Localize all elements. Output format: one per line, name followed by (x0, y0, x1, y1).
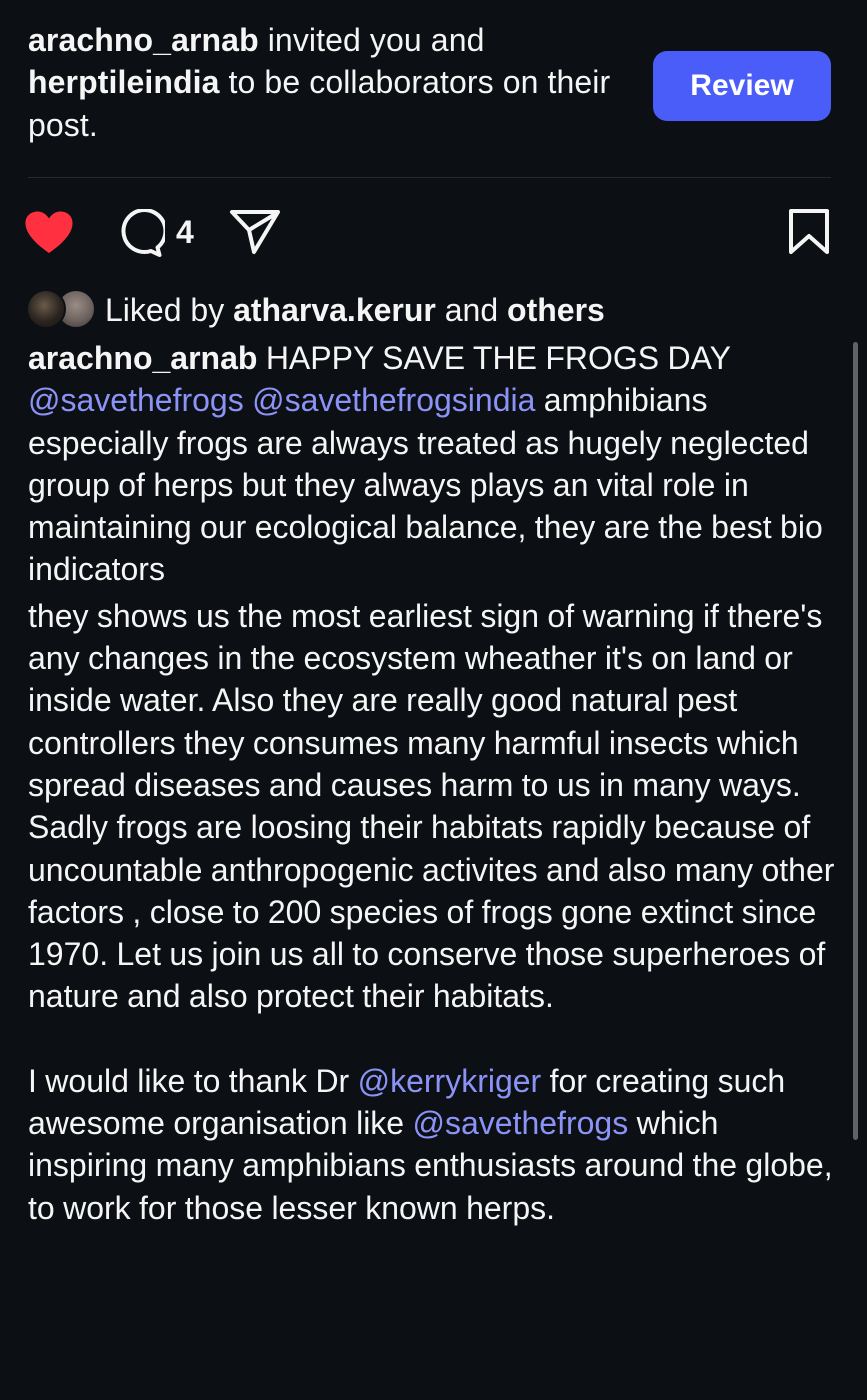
caption-paragraph-1: arachno_arnab HAPPY SAVE THE FROGS DAY @… (28, 337, 843, 591)
divider (28, 177, 831, 178)
caption-paragraph-3: I would like to thank Dr @kerrykriger fo… (28, 1060, 843, 1229)
liked-by-prefix: Liked by (105, 292, 234, 328)
caption-text: HAPPY SAVE THE FROGS DAY (257, 340, 731, 376)
avatar (26, 289, 66, 329)
liker-avatars[interactable] (26, 288, 98, 330)
liked-by-user[interactable]: atharva.kerur (233, 292, 436, 328)
mention-link[interactable]: @kerrykriger (358, 1063, 542, 1099)
comment-count: 4 (176, 214, 194, 250)
caption-author[interactable]: arachno_arnab (28, 340, 257, 376)
liked-by-others[interactable]: others (507, 292, 605, 328)
caption-paragraph-2: they shows us the most earliest sign of … (28, 597, 835, 1015)
collab-invite-banner: arachno_arnab invited you and herptileind… (28, 19, 628, 146)
caption-text (244, 382, 252, 418)
comment-icon[interactable] (113, 208, 168, 257)
liked-by-line: Liked by atharva.kerur and others (105, 289, 605, 331)
invite-text-1: invited you and (258, 22, 485, 58)
invite-user-1[interactable]: arachno_arnab (28, 22, 259, 58)
post-caption: arachno_arnab HAPPY SAVE THE FROGS DAY @… (28, 337, 843, 1229)
review-button[interactable]: Review (653, 51, 831, 121)
invite-user-2[interactable]: herptileindia (28, 64, 220, 100)
share-icon[interactable] (229, 208, 281, 256)
mention-link[interactable]: @savethefrogsindia (252, 382, 535, 418)
scrollbar[interactable] (853, 342, 858, 1140)
caption-text: I would like to thank Dr (28, 1062, 358, 1099)
heart-filled-icon[interactable] (23, 209, 75, 255)
mention-link[interactable]: @savethefrogs (28, 382, 244, 418)
liked-by-middle: and (435, 292, 508, 328)
bookmark-icon[interactable] (787, 208, 831, 256)
mention-link[interactable]: @savethefrogs (412, 1105, 628, 1141)
